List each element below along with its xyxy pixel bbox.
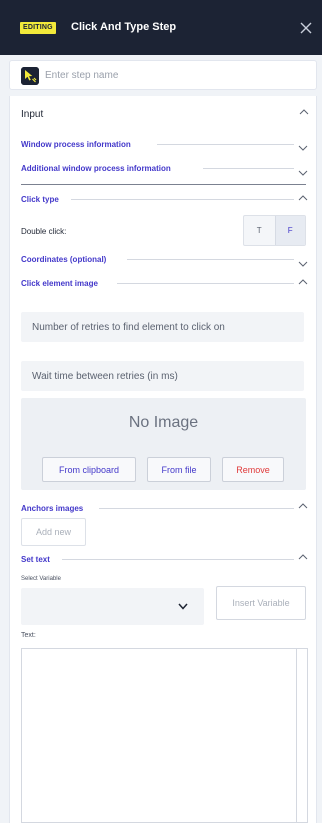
divider (99, 508, 294, 509)
wait-time-input[interactable]: Wait time between retries (in ms) (21, 361, 304, 391)
step-title: Click And Type Step (71, 21, 177, 33)
panel-title: Input (21, 109, 44, 120)
select-variable-label: Select Variable (21, 576, 61, 582)
chevron-down-icon[interactable] (298, 144, 308, 152)
double-click-label: Double click: (21, 227, 67, 236)
from-file-button[interactable]: From file (147, 457, 211, 482)
section-window-process[interactable]: Window process information (21, 140, 131, 149)
double-click-toggle: T F (243, 215, 306, 246)
text-input[interactable] (21, 648, 308, 823)
chevron-down-icon[interactable] (298, 169, 308, 177)
from-clipboard-button[interactable]: From clipboard (42, 457, 136, 482)
add-anchor-button[interactable]: Add new (21, 518, 86, 546)
double-click-false-option[interactable]: F (274, 216, 305, 245)
editing-badge: EDITING (20, 22, 56, 34)
step-type-icon (21, 67, 39, 85)
chevron-down-icon (178, 603, 188, 610)
step-name-input[interactable] (45, 66, 305, 85)
divider (62, 559, 294, 560)
chevron-down-icon[interactable] (298, 260, 308, 268)
section-anchors-images[interactable]: Anchors images (21, 504, 83, 513)
divider (157, 144, 294, 145)
element-image-box: No Image From clipboard From file Remove (21, 398, 306, 490)
divider (117, 283, 294, 284)
text-label: Text: (21, 632, 36, 639)
section-coordinates[interactable]: Coordinates (optional) (21, 255, 106, 264)
double-click-true-option[interactable]: T (244, 216, 275, 245)
insert-variable-button[interactable]: Insert Variable (216, 586, 306, 620)
divider (71, 199, 294, 200)
chevron-up-icon[interactable] (298, 502, 308, 510)
no-image-text: No Image (128, 414, 199, 431)
retries-input[interactable]: Number of retries to find element to cli… (21, 312, 304, 342)
select-variable-dropdown[interactable] (21, 588, 204, 625)
section-additional-window[interactable]: Additional window process information (21, 164, 171, 173)
section-set-text[interactable]: Set text (21, 555, 50, 564)
textarea-scrollbar[interactable] (296, 649, 307, 822)
chevron-up-icon[interactable] (298, 194, 308, 202)
remove-image-button[interactable]: Remove (222, 457, 284, 482)
divider (21, 184, 306, 185)
divider (203, 168, 294, 169)
input-panel: Input Window process information Additio… (9, 96, 317, 823)
section-click-type[interactable]: Click type (21, 195, 59, 204)
editor-header: EDITING Click And Type Step (0, 0, 322, 55)
chevron-up-icon[interactable] (298, 278, 308, 286)
close-icon[interactable] (299, 21, 313, 35)
section-click-element-image[interactable]: Click element image (21, 279, 98, 288)
divider (127, 259, 294, 260)
step-name-row (9, 60, 317, 90)
chevron-up-icon[interactable] (299, 108, 309, 116)
chevron-up-icon[interactable] (298, 553, 308, 561)
